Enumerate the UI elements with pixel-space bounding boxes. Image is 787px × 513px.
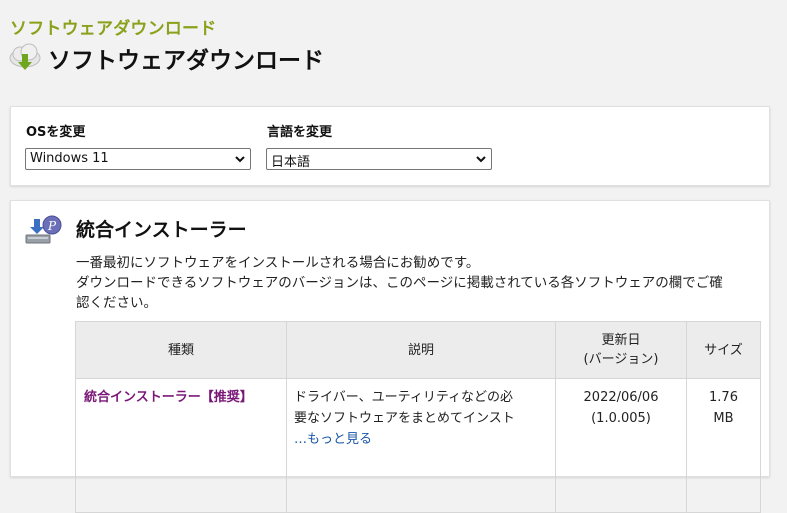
download-table: 種類 説明 更新日 (バージョン) サイズ 統合インストーラー【推奨】 ドライバ… <box>75 321 761 513</box>
product-description: ドライバー、ユーティリティなどの必 要なソフトウェアをまとめてインスト …もっと… <box>286 378 556 513</box>
header-updated-label: 更新日 <box>601 333 641 348</box>
more-link[interactable]: …もっと見る <box>294 429 547 450</box>
description-text: ドライバー、ユーティリティなどの必 <box>294 390 514 405</box>
file-size: 1.76 MB <box>686 378 761 513</box>
section-title: 統合インストーラー <box>76 219 247 241</box>
header-updated: 更新日 (バージョン) <box>555 321 687 379</box>
date-value: 2022/06/06 <box>583 390 659 405</box>
os-language-panel: OSを変更 Windows 11 言語を変更 日本語 <box>10 106 770 186</box>
product-name-link[interactable]: 統合インストーラー【推奨】 <box>75 378 287 513</box>
table-header-row: 種類 説明 更新日 (バージョン) サイズ <box>75 321 761 379</box>
os-select-value: Windows 11 <box>30 151 109 166</box>
description-line: 認ください。 <box>76 295 157 311</box>
os-select[interactable]: Windows 11 <box>25 148 251 170</box>
header-version-label: (バージョン) <box>583 352 659 367</box>
installer-icon: P <box>25 215 62 244</box>
page-title: ソフトウェアダウンロード <box>48 48 324 74</box>
version-value: (1.0.005) <box>591 411 651 426</box>
description-line: ダウンロードできるソフトウェアのバージョンは、このページに掲載されている各ソフト… <box>76 275 723 291</box>
description-line: 一番最初にソフトウェアをインストールされる場合にお勧めです。 <box>76 255 480 271</box>
language-select-value: 日本語 <box>271 155 311 170</box>
update-date: 2022/06/06 (1.0.005) <box>555 378 687 513</box>
header-size: サイズ <box>686 321 761 379</box>
svg-text:P: P <box>47 219 57 233</box>
header-type: 種類 <box>75 321 287 379</box>
size-unit: MB <box>713 411 734 426</box>
header-description: 説明 <box>286 321 556 379</box>
cloud-download-icon <box>9 43 41 70</box>
os-label: OSを変更 <box>26 125 86 140</box>
size-value: 1.76 <box>709 390 738 405</box>
breadcrumb[interactable]: ソフトウェアダウンロード <box>10 14 216 39</box>
section-description: 一番最初にソフトウェアをインストールされる場合にお勧めです。 ダウンロードできる… <box>76 253 766 313</box>
chevron-down-icon <box>235 156 245 163</box>
table-row: 統合インストーラー【推奨】 ドライバー、ユーティリティなどの必 要なソフトウェア… <box>75 378 761 513</box>
integrated-installer-section: P 統合インストーラー 一番最初にソフトウェアをインストールされる場合にお勧めで… <box>10 200 770 513</box>
chevron-down-icon <box>476 156 486 163</box>
description-text: 要なソフトウェアをまとめてインスト <box>294 411 515 426</box>
language-label: 言語を変更 <box>267 125 333 140</box>
page-header: ソフトウェアダウンロード <box>8 40 324 76</box>
language-select[interactable]: 日本語 <box>266 148 492 170</box>
